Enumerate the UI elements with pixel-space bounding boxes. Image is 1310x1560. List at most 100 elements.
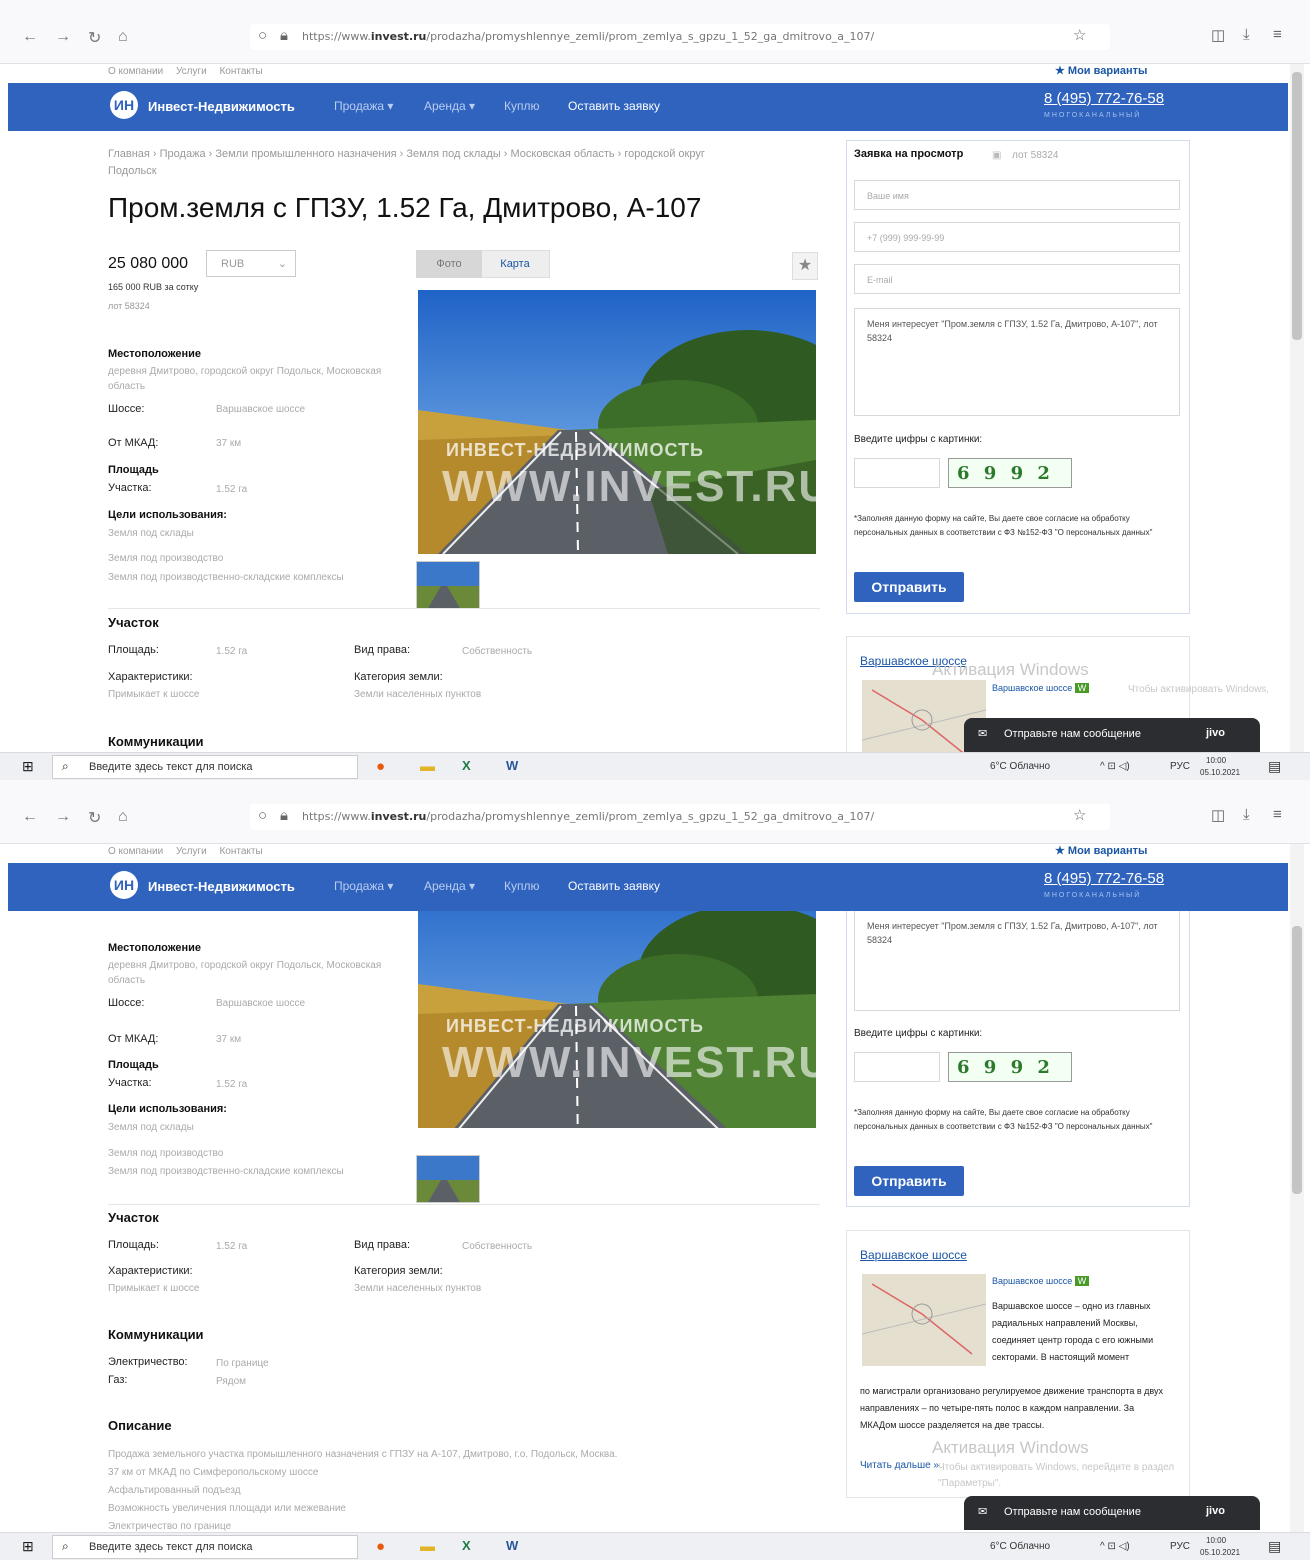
highway-wiki-link[interactable]: Варшавское шоссе W: [992, 1276, 1090, 1286]
top-link[interactable]: Услуги: [176, 66, 207, 77]
excel-icon[interactable]: X: [462, 1538, 471, 1553]
tray-icons[interactable]: ^ ⊡ ◁): [1100, 761, 1130, 772]
menu-icon[interactable]: ≡: [1273, 806, 1282, 823]
menu-buy[interactable]: Куплю: [504, 99, 540, 113]
top-link[interactable]: Контакты: [219, 66, 262, 77]
reload-icon[interactable]: ↻: [88, 808, 101, 828]
photo-thumbnail[interactable]: [416, 561, 480, 609]
logo-icon[interactable]: ИН: [110, 91, 138, 119]
scrollbar-thumb[interactable]: [1292, 72, 1302, 340]
language[interactable]: РУС: [1170, 761, 1190, 772]
usage-item[interactable]: Земля под производственно-складские комп…: [108, 570, 358, 585]
menu-sale[interactable]: Продажа ▾: [334, 99, 393, 113]
menu-icon[interactable]: ≡: [1273, 26, 1282, 43]
clock-time[interactable]: 10:00: [1206, 756, 1226, 765]
main-photo[interactable]: ИНВЕСТ-НЕДВИЖИМОСТЬ WWW.INVEST.RU: [418, 290, 816, 554]
chat-widget[interactable]: ✉ Отправьте нам сообщение jivo: [964, 718, 1260, 752]
bookmark-star-icon[interactable]: ☆: [1073, 26, 1086, 44]
pocket-icon[interactable]: ◫: [1211, 26, 1225, 44]
highway-card-title[interactable]: Варшавское шоссе: [860, 1248, 967, 1262]
captcha-input[interactable]: [854, 458, 940, 488]
top-link[interactable]: О компании: [108, 66, 163, 77]
usage-item[interactable]: Земля под склады: [108, 1120, 194, 1135]
usage-item[interactable]: Земля под производственно-складские комп…: [108, 1164, 358, 1179]
photo-thumbnail[interactable]: [416, 1155, 480, 1203]
send-button[interactable]: Отправить: [854, 1166, 964, 1196]
download-icon[interactable]: ⤓: [1243, 26, 1250, 43]
my-variants-link[interactable]: ★ Мои варианты: [1055, 844, 1147, 857]
message-textarea[interactable]: Меня интересует "Пром.земля с ГПЗУ, 1.52…: [854, 308, 1180, 416]
word-icon[interactable]: W: [506, 1538, 518, 1553]
notifications-icon[interactable]: ▤: [1268, 1538, 1281, 1555]
highway-value[interactable]: Варшавское шоссе: [216, 996, 306, 1011]
clock-date[interactable]: 05.10.2021: [1200, 768, 1240, 777]
menu-buy[interactable]: Куплю: [504, 879, 540, 893]
taskbar-search[interactable]: Введите здесь текст для поиска: [52, 755, 358, 779]
menu-rent[interactable]: Аренда ▾: [424, 99, 475, 113]
home-icon[interactable]: ⌂: [118, 808, 128, 826]
reload-icon[interactable]: ↻: [88, 28, 101, 48]
forward-icon[interactable]: →: [55, 808, 71, 826]
send-button[interactable]: Отправить: [854, 572, 964, 602]
bookmark-star-icon[interactable]: ☆: [1073, 806, 1086, 824]
scrollbar-thumb[interactable]: [1292, 926, 1302, 1194]
usage-item[interactable]: Земля под производство: [108, 551, 223, 566]
highway-value[interactable]: Варшавское шоссе: [216, 402, 306, 417]
currency-select[interactable]: RUB ⌄: [206, 250, 296, 277]
word-icon[interactable]: W: [506, 758, 518, 773]
top-link[interactable]: Контакты: [219, 846, 262, 857]
explorer-icon[interactable]: ▬: [420, 1538, 435, 1555]
top-link[interactable]: Услуги: [176, 846, 207, 857]
forward-icon[interactable]: →: [55, 28, 71, 46]
pocket-icon[interactable]: ◫: [1211, 806, 1225, 824]
menu-sale[interactable]: Продажа ▾: [334, 879, 393, 893]
phone-link[interactable]: 8 (495) 772-76-58: [1044, 870, 1164, 887]
menu-request[interactable]: Оставить заявку: [568, 99, 660, 113]
lock-icon[interactable]: 🔒︎: [280, 807, 288, 824]
highway-wiki-link[interactable]: Варшавское шоссе W: [992, 683, 1090, 693]
chat-widget[interactable]: ✉ Отправьте нам сообщение jivo: [964, 1496, 1260, 1530]
clock-date[interactable]: 05.10.2021: [1200, 1548, 1240, 1557]
windows-start-icon[interactable]: ⊞: [22, 1538, 34, 1555]
back-icon[interactable]: ←: [22, 28, 38, 46]
breadcrumb[interactable]: Главная › Продажа › Земли промышленного …: [108, 146, 728, 180]
language[interactable]: РУС: [1170, 1541, 1190, 1552]
back-icon[interactable]: ←: [22, 808, 38, 826]
brand-name[interactable]: Инвест-Недвижимость: [148, 879, 295, 894]
captcha-input[interactable]: [854, 1052, 940, 1082]
phone-input[interactable]: +7 (999) 999-99-99: [854, 222, 1180, 252]
name-input[interactable]: Ваше имя: [854, 180, 1180, 210]
tray-icons[interactable]: ^ ⊡ ◁): [1100, 1541, 1130, 1552]
weather[interactable]: 6°C Облачно: [990, 1541, 1050, 1552]
usage-item[interactable]: Земля под производство: [108, 1146, 223, 1161]
phone-link[interactable]: 8 (495) 772-76-58: [1044, 90, 1164, 107]
highway-map[interactable]: [862, 1274, 986, 1366]
shield-icon[interactable]: ○: [258, 807, 267, 824]
clock-time[interactable]: 10:00: [1206, 1536, 1226, 1545]
tab-map[interactable]: Карта: [482, 250, 548, 278]
explorer-icon[interactable]: ▬: [420, 758, 435, 775]
email-input[interactable]: E-mail: [854, 264, 1180, 294]
read-more-link[interactable]: Читать дальше »: [860, 1460, 939, 1471]
url-bar[interactable]: https://www.invest.ru/prodazha/promyshle…: [250, 24, 1110, 50]
url-bar[interactable]: https://www.invest.ru/prodazha/promyshle…: [250, 804, 1110, 830]
main-photo[interactable]: ИНВЕСТ-НЕДВИЖИМОСТЬ WWW.INVEST.RU: [418, 884, 816, 1128]
firefox-icon[interactable]: ●: [376, 1538, 385, 1555]
message-textarea[interactable]: Меня интересует "Пром.земля с ГПЗУ, 1.52…: [854, 911, 1180, 1011]
menu-rent[interactable]: Аренда ▾: [424, 879, 475, 893]
windows-start-icon[interactable]: ⊞: [22, 758, 34, 775]
my-variants-link[interactable]: ★ Мои варианты: [1055, 64, 1147, 77]
taskbar-search[interactable]: Введите здесь текст для поиска: [52, 1535, 358, 1559]
notifications-icon[interactable]: ▤: [1268, 758, 1281, 775]
home-icon[interactable]: ⌂: [118, 28, 128, 46]
firefox-icon[interactable]: ●: [376, 758, 385, 775]
weather[interactable]: 6°C Облачно: [990, 761, 1050, 772]
menu-request[interactable]: Оставить заявку: [568, 879, 660, 893]
excel-icon[interactable]: X: [462, 758, 471, 773]
lock-icon[interactable]: 🔒︎: [280, 27, 288, 44]
download-icon[interactable]: ⤓: [1243, 806, 1250, 823]
usage-item[interactable]: Земля под склады: [108, 526, 194, 541]
top-link[interactable]: О компании: [108, 846, 163, 857]
tab-photo[interactable]: Фото: [416, 250, 482, 278]
brand-name[interactable]: Инвест-Недвижимость: [148, 99, 295, 114]
